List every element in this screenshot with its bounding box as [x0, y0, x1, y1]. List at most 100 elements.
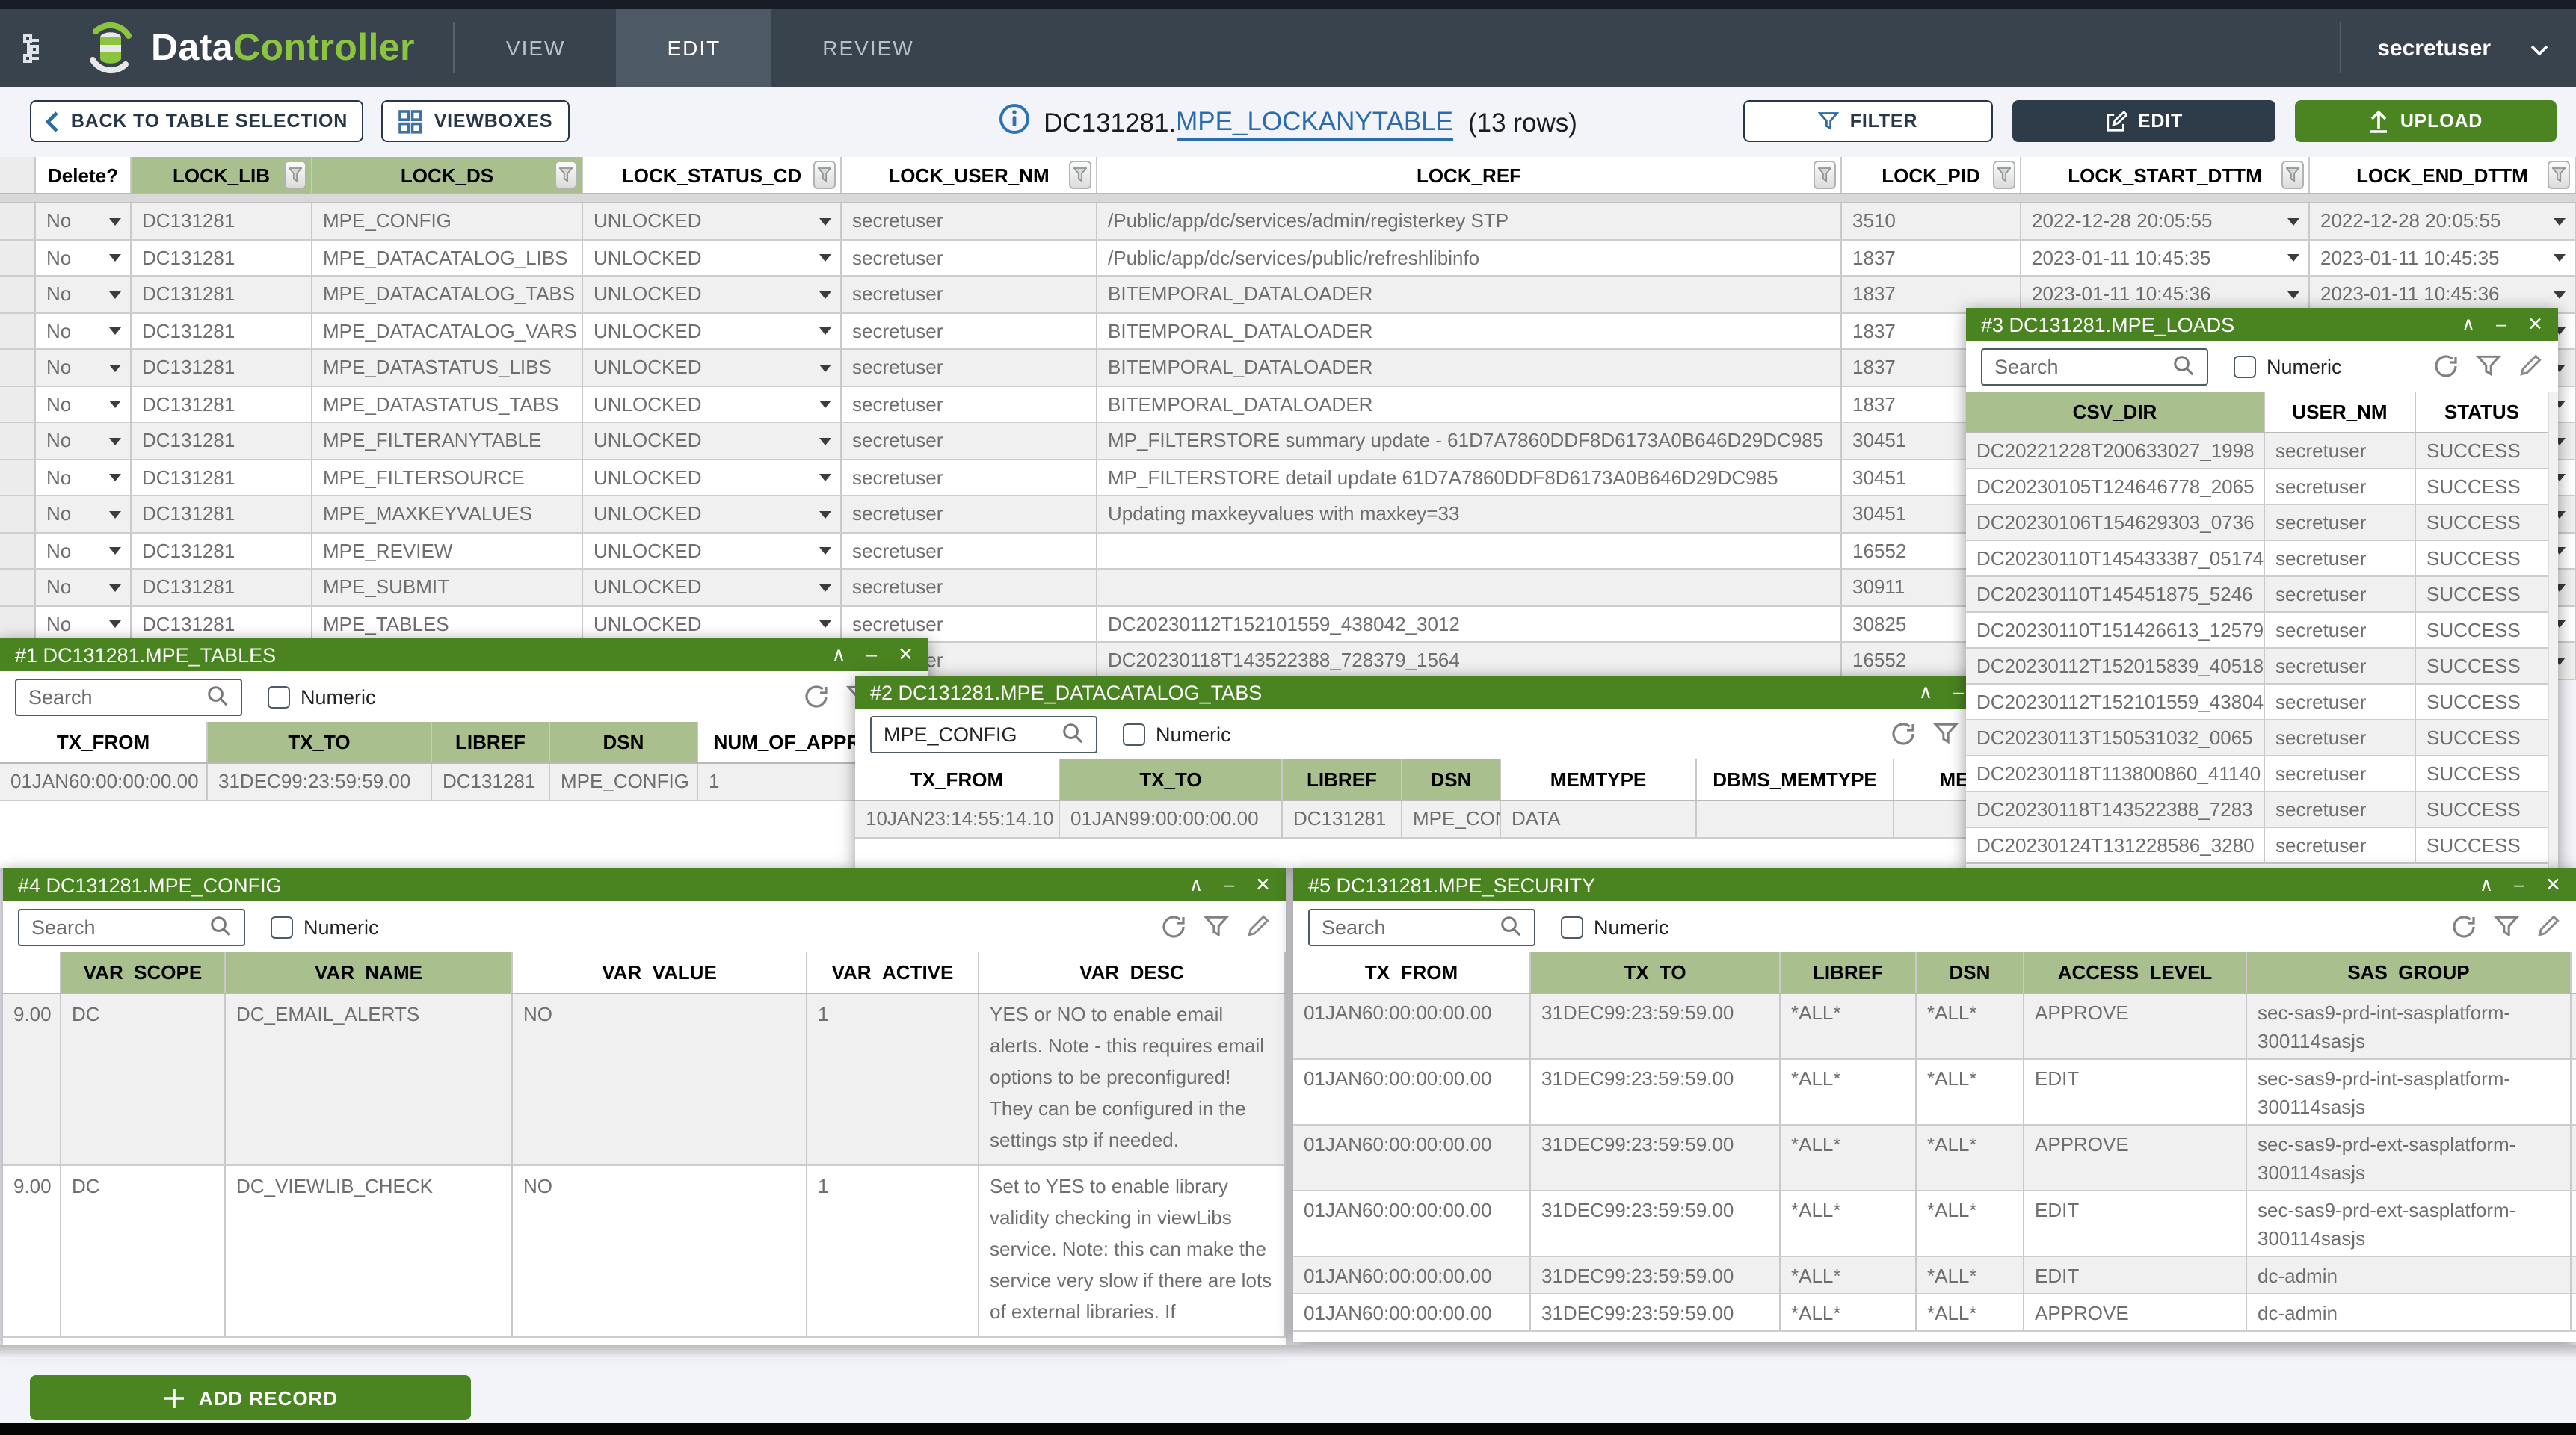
cell[interactable]: secretuser: [2265, 613, 2416, 647]
dropdown-caret-icon[interactable]: [2287, 218, 2299, 226]
cell[interactable]: 2023-01-11 10:45:35: [2310, 240, 2576, 275]
search-input[interactable]: [1308, 908, 1535, 945]
close-icon[interactable]: ✕: [898, 646, 913, 664]
table-row[interactable]: DC20230112T152101559_43804secretuserSUCC…: [1966, 685, 2558, 720]
column-header[interactable]: DBMS_MEMTYPE: [1697, 759, 1894, 800]
column-header[interactable]: LIBREF: [432, 722, 550, 762]
column-filter-button[interactable]: [284, 161, 306, 189]
viewbox-titlebar[interactable]: #3 DC131281.MPE_LOADS ∧–✕: [1966, 308, 2558, 341]
info-icon[interactable]: [999, 103, 1030, 142]
cell[interactable]: MPE_CONFIG: [312, 203, 583, 238]
cell[interactable]: BITEMPORAL_DATALOADER: [1097, 313, 1842, 348]
cell[interactable]: UNLOCKED: [583, 386, 842, 422]
cell[interactable]: 01JAN60:00:00:00.00: [1293, 1294, 1531, 1330]
dropdown-caret-icon[interactable]: [819, 621, 831, 629]
cell[interactable]: secretuser: [2265, 577, 2416, 611]
cell[interactable]: DC131281: [132, 350, 312, 385]
cell[interactable]: UNLOCKED: [583, 460, 842, 495]
cell[interactable]: 1837: [1842, 240, 2021, 275]
table-row[interactable]: DC20230118T143522388_7283secretuserSUCCE…: [1966, 792, 2558, 828]
cell[interactable]: sec-sas9-prd-ext-sasplatform-300114sasjs: [2247, 1126, 2572, 1190]
dropdown-caret-icon[interactable]: [109, 365, 121, 372]
cell[interactable]: *ALL*: [1917, 1191, 2024, 1256]
dropdown-caret-icon[interactable]: [819, 365, 831, 372]
cell[interactable]: [0, 460, 36, 495]
cell[interactable]: [0, 423, 36, 458]
cell[interactable]: secretuser: [2265, 792, 2416, 827]
cell[interactable]: DC_VIEWLIB_CHECK: [226, 1166, 513, 1336]
table-row[interactable]: DC20230106T154629303_0736secretuserSUCCE…: [1966, 505, 2558, 541]
table-row[interactable]: DC20230110T145451875_5246secretuserSUCCE…: [1966, 577, 2558, 613]
dropdown-caret-icon[interactable]: [109, 291, 121, 299]
cell[interactable]: [0, 277, 36, 312]
cell[interactable]: 1: [807, 1166, 979, 1336]
refresh-icon[interactable]: [1890, 720, 1917, 755]
cell[interactable]: secretuser: [2265, 505, 2416, 540]
cell[interactable]: [0, 313, 36, 348]
column-header[interactable]: TX_TO: [1060, 759, 1283, 800]
cell[interactable]: DC20230124T131228586_3280: [1966, 828, 2265, 862]
edit-button[interactable]: EDIT: [2012, 100, 2275, 142]
cell[interactable]: UNLOCKED: [583, 203, 842, 238]
cell[interactable]: *ALL*: [1917, 1257, 2024, 1293]
column-header[interactable]: LOCK_PID: [1842, 157, 2021, 193]
cell[interactable]: No: [36, 570, 132, 605]
cell[interactable]: DC: [61, 994, 226, 1164]
table-row[interactable]: 10JAN23:14:55:14.1001JAN99:00:00:00.00DC…: [855, 801, 2015, 838]
add-record-button[interactable]: ADD RECORD: [30, 1375, 471, 1420]
column-header[interactable]: TX_TO: [1531, 952, 1781, 993]
column-filter-button[interactable]: [2548, 161, 2570, 189]
dropdown-caret-icon[interactable]: [2554, 291, 2566, 299]
table-row[interactable]: DC20230112T152015839_40518secretuserSUCC…: [1966, 649, 2558, 685]
app-logo[interactable]: DataController: [84, 21, 415, 75]
cell[interactable]: *ALL*: [1917, 1294, 2024, 1330]
table-row[interactable]: NoDC131281MPE_DATACATALOG_LIBSUNLOCKEDse…: [0, 240, 2576, 277]
dropdown-caret-icon[interactable]: [109, 328, 121, 336]
table-row[interactable]: DC20230110T145433387_05174secretuserSUCC…: [1966, 541, 2558, 577]
numeric-checkbox[interactable]: [2234, 355, 2256, 377]
cell[interactable]: EDIT: [2024, 1191, 2247, 1256]
cell[interactable]: MPE_CONFIG: [1402, 801, 1501, 836]
cell[interactable]: No: [36, 460, 132, 495]
cell[interactable]: UNLOCKED: [583, 606, 842, 641]
filter-funnel-icon[interactable]: [1204, 913, 1229, 948]
dropdown-caret-icon[interactable]: [819, 291, 831, 299]
cell[interactable]: secretuser: [842, 423, 1097, 458]
column-header[interactable]: TX_FROM: [855, 759, 1060, 800]
column-header[interactable]: TX_FROM: [1293, 952, 1531, 993]
cell[interactable]: 2022-12-28 20:05:55: [2021, 203, 2310, 238]
column-header[interactable]: USER_NM: [2265, 392, 2416, 432]
table-row[interactable]: DC20230110T151426613_12579secretuserSUCC…: [1966, 613, 2558, 649]
cell[interactable]: SUCCESS: [2416, 756, 2549, 791]
cell[interactable]: DC131281: [1283, 801, 1402, 836]
cell[interactable]: No: [36, 240, 132, 275]
viewbox-titlebar[interactable]: #1 DC131281.MPE_TABLES ∧–✕: [0, 638, 928, 671]
cell[interactable]: No: [36, 423, 132, 458]
cell[interactable]: 01JAN60:00:00:00.00: [1293, 1060, 1531, 1124]
refresh-icon[interactable]: [803, 683, 830, 718]
minimize-icon[interactable]: –: [866, 646, 877, 664]
cell[interactable]: DC131281: [132, 313, 312, 348]
table-row[interactable]: DC20230105T124646778_2065secretuserSUCCE…: [1966, 469, 2558, 505]
cell[interactable]: DC131281: [132, 460, 312, 495]
cell[interactable]: APPROVE: [2024, 1294, 2247, 1330]
cell[interactable]: DC20230110T151426613_12579: [1966, 613, 2265, 647]
search-input[interactable]: [870, 715, 1097, 753]
cell[interactable]: [0, 606, 36, 641]
cell[interactable]: 31DEC99:23:59:59.00: [1531, 1257, 1781, 1293]
cell[interactable]: BITEMPORAL_DATALOADER: [1097, 277, 1842, 312]
cell[interactable]: APPROVE: [2024, 1126, 2247, 1190]
cell[interactable]: SUCCESS: [2416, 685, 2549, 719]
cell[interactable]: No: [36, 496, 132, 531]
cell[interactable]: secretuser: [842, 606, 1097, 641]
cell[interactable]: MP_FILTERSTORE summary update - 61D7A786…: [1097, 423, 1842, 458]
table-name-link[interactable]: MPE_LOCKANYTABLE: [1176, 105, 1453, 140]
cell[interactable]: UNLOCKED: [583, 533, 842, 568]
dropdown-caret-icon[interactable]: [819, 328, 831, 336]
column-header[interactable]: [0, 157, 36, 193]
column-filter-button[interactable]: [555, 161, 577, 189]
cell[interactable]: /Public/app/dc/services/admin/registerke…: [1097, 203, 1842, 238]
table-row[interactable]: DC20221228T200633027_1998secretuserSUCCE…: [1966, 433, 2558, 469]
cell[interactable]: /Public/app/dc/services/public/refreshli…: [1097, 240, 1842, 275]
cell[interactable]: *ALL*: [1781, 1294, 1917, 1330]
